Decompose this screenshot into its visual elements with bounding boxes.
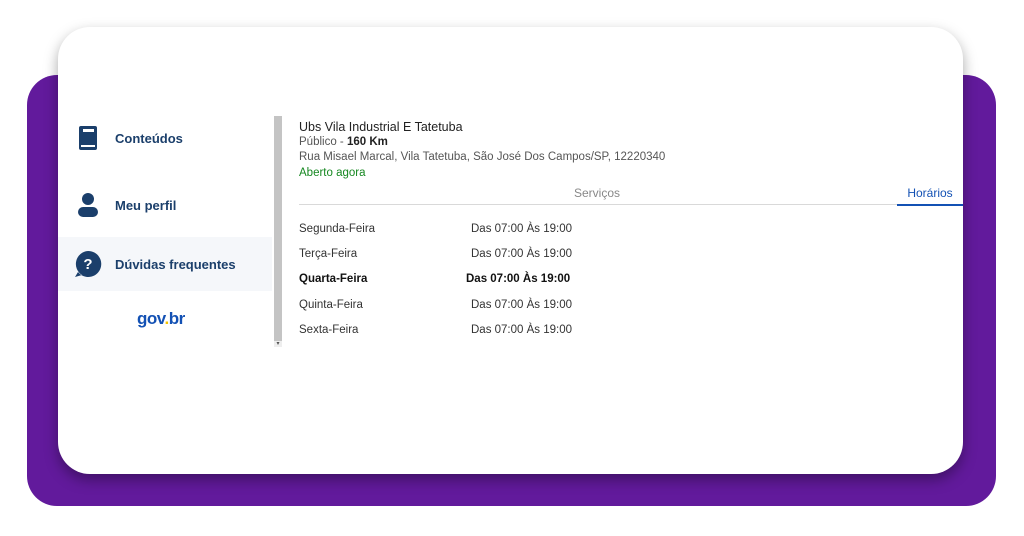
unit-details: Ubs Vila Industrial E Tatetuba Público -… [299, 119, 963, 336]
schedule-day: Quarta-Feira [299, 273, 368, 285]
sidebar-item-label: Dúvidas frequentes [115, 256, 236, 272]
govbr-logo[interactable]: gov.br [137, 309, 185, 329]
schedule-day: Segunda-Feira [299, 223, 376, 235]
unit-type-label: Público - [299, 136, 347, 148]
schedule-time: Das 07:00 Às 19:00 [466, 273, 571, 285]
user-icon [74, 191, 102, 219]
schedule-row-current: Quarta-Feira Das 07:00 Às 19:00 [299, 273, 699, 289]
svg-text:?: ? [83, 256, 92, 273]
schedule-row: Terça-Feira Das 07:00 Às 19:00 [299, 248, 699, 264]
logo-text-gov: gov [137, 309, 165, 328]
schedule-row: Quinta-Feira Das 07:00 Às 19:00 [299, 299, 699, 315]
schedule-day: Terça-Feira [299, 248, 358, 260]
scrollbar-thumb[interactable] [274, 116, 282, 341]
sidebar-item-label: Meu perfil [115, 197, 177, 213]
unit-address: Rua Misael Marcal, Vila Tatetuba, São Jo… [299, 151, 666, 163]
sidebar-item-duvidas-frequentes[interactable]: ? Dúvidas frequentes [58, 237, 272, 291]
schedule-row: Segunda-Feira Das 07:00 Às 19:00 [299, 223, 699, 239]
schedule-time: Das 07:00 Às 19:00 [471, 223, 573, 235]
scroll-down-arrow-icon[interactable]: ▾ [274, 341, 282, 347]
unit-distance: 160 Km [346, 136, 388, 148]
sidebar-item-label: Conteúdos [115, 130, 183, 146]
sidebar-scrollbar[interactable]: ▾ [274, 116, 282, 347]
detail-tabs: Serviços Horários [299, 183, 963, 206]
schedule-row: Sexta-Feira Das 07:00 Às 19:00 [299, 324, 699, 340]
schedule-day: Quinta-Feira [299, 299, 363, 311]
unit-type: Público - 160 Km [299, 135, 963, 150]
book-icon [74, 124, 102, 152]
schedule-time: Das 07:00 Às 19:00 [471, 324, 573, 336]
unit-name: Ubs Vila Industrial E Tatetuba [299, 120, 463, 134]
schedule-time: Das 07:00 Às 19:00 [471, 248, 573, 260]
unit-status: Aberto agora [299, 167, 366, 179]
schedule-time: Das 07:00 Às 19:00 [471, 299, 573, 311]
logo-text-br: br [168, 309, 186, 328]
tab-servicos[interactable]: Serviços [574, 186, 620, 200]
schedule-day: Sexta-Feira [299, 324, 359, 336]
app-window: Conteúdos Meu perfil ? Dúvidas frequente… [58, 27, 963, 474]
sidebar-item-conteudos[interactable]: Conteúdos [58, 111, 272, 165]
question-icon: ? [74, 250, 102, 278]
tab-horarios[interactable]: Horários [897, 186, 963, 206]
sidebar-item-meu-perfil[interactable]: Meu perfil [58, 178, 272, 232]
